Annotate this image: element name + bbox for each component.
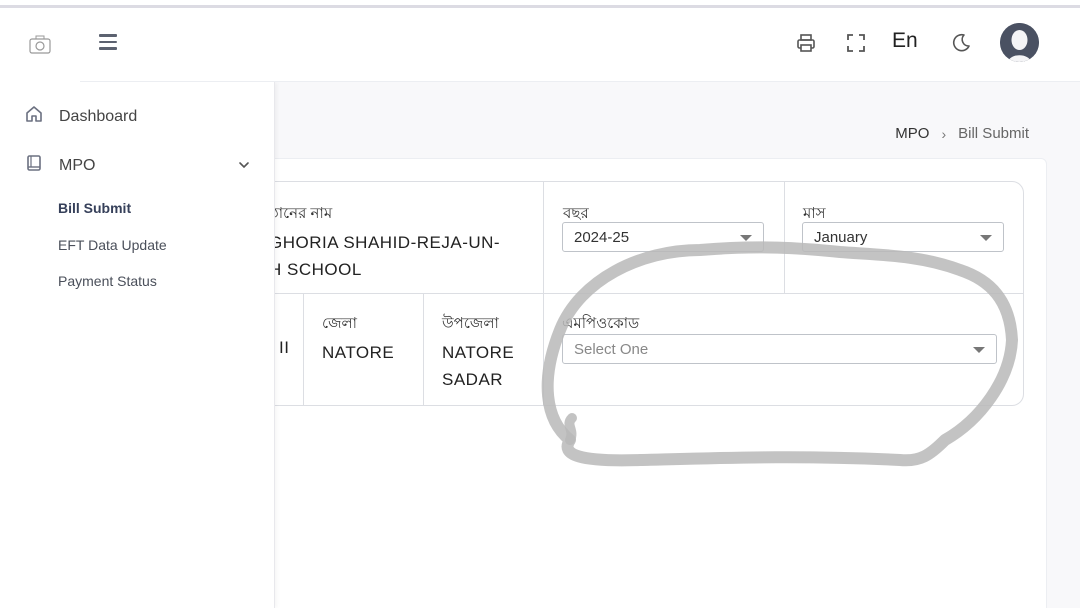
column-divider	[784, 182, 785, 293]
breadcrumb: MPO › Bill Submit	[895, 125, 1029, 142]
division-cell: II	[279, 334, 289, 361]
fullscreen-icon[interactable]	[840, 28, 872, 58]
language-switch[interactable]: En	[892, 29, 918, 53]
district-label: জেলা	[322, 315, 358, 332]
chevron-down-icon	[980, 235, 992, 241]
sidebar-item-label: MPO	[59, 156, 96, 174]
district-cell: জেলা NATORE	[322, 312, 394, 366]
chevron-down-icon	[973, 347, 985, 353]
division-value: II	[279, 338, 290, 357]
month-select-value: January	[814, 229, 868, 246]
logo	[0, 8, 80, 82]
column-divider	[303, 293, 304, 406]
upazila-cell: উপজেলা NATORE SADAR	[442, 312, 514, 393]
moon-icon[interactable]	[945, 28, 977, 58]
year-select[interactable]: 2024-25	[562, 222, 764, 252]
print-icon[interactable]	[790, 28, 822, 58]
upazila-value-line2: SADAR	[442, 370, 504, 389]
mpo-code-placeholder: Select One	[574, 341, 649, 358]
year-select-value: 2024-25	[574, 229, 630, 246]
upazila-label: উপজেলা	[442, 315, 499, 332]
sidebar-item-dashboard[interactable]: Dashboard	[24, 104, 137, 129]
upazila-value-line1: NATORE	[442, 343, 515, 362]
sidebar-item-label: Dashboard	[59, 107, 138, 125]
chevron-down-icon	[740, 235, 752, 241]
user-avatar[interactable]	[1000, 23, 1039, 62]
column-divider	[543, 182, 544, 406]
institution-name-line2: H SCHOOL	[269, 260, 362, 279]
book-icon	[24, 153, 44, 178]
submenu-bill-submit[interactable]: Bill Submit	[58, 200, 131, 216]
breadcrumb-current: Bill Submit	[958, 125, 1029, 142]
institution-cell: ষ্ঠানের নাম GHORIA SHAHID-REJA-UN- H SCH…	[269, 202, 500, 283]
menu-toggle-icon[interactable]	[99, 34, 119, 52]
month-select[interactable]: January	[802, 222, 1004, 252]
sidebar-item-mpo[interactable]: MPO	[24, 153, 95, 178]
mpo-code-select[interactable]: Select One	[562, 334, 997, 364]
top-header: En	[80, 8, 1080, 82]
row-divider	[249, 293, 1024, 294]
column-divider	[423, 293, 424, 406]
chevron-down-icon[interactable]	[238, 158, 250, 176]
breadcrumb-separator: ›	[941, 125, 947, 142]
district-value: NATORE	[322, 343, 395, 362]
sidebar: Dashboard MPO Bill Submit EFT Data Updat…	[0, 82, 275, 608]
institution-info-table: ষ্ঠানের নাম GHORIA SHAHID-REJA-UN- H SCH…	[248, 181, 1024, 406]
submenu-eft-data-update[interactable]: EFT Data Update	[58, 237, 167, 253]
home-icon	[24, 104, 44, 129]
logo-image-icon	[29, 35, 51, 54]
submenu-payment-status[interactable]: Payment Status	[58, 273, 157, 289]
breadcrumb-mpo[interactable]: MPO	[895, 125, 929, 142]
institution-name-line1: GHORIA SHAHID-REJA-UN-	[269, 233, 501, 252]
institution-label: ষ্ঠানের নাম	[269, 205, 333, 222]
